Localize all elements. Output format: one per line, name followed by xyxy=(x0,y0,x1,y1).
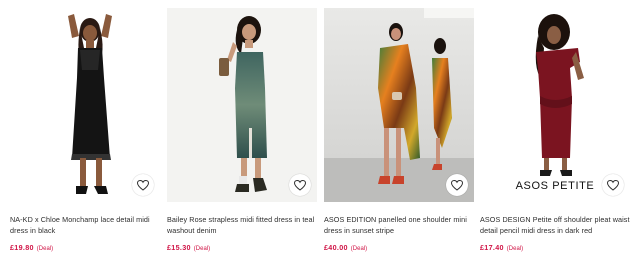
product-title[interactable]: Bailey Rose strapless midi fitted dress … xyxy=(167,214,317,236)
product-title[interactable]: NA-KD x Chloe Monchamp lace detail midi … xyxy=(10,214,160,236)
product-title[interactable]: ASOS EDITION panelled one shoulder mini … xyxy=(324,214,474,236)
product-image[interactable] xyxy=(10,8,160,202)
product-title[interactable]: ASOS DESIGN Petite off shoulder pleat wa… xyxy=(480,214,630,236)
product-card[interactable]: Bailey Rose strapless midi fitted dress … xyxy=(167,8,317,254)
heart-outline-icon xyxy=(607,179,619,191)
product-image[interactable] xyxy=(324,8,474,202)
product-image[interactable]: ASOS PETITE xyxy=(480,8,630,202)
deal-badge: (Deal) xyxy=(506,246,524,252)
product-card[interactable]: ASOS PETITE ASOS DESIGN Petite off shoul… xyxy=(480,8,630,254)
favourite-button[interactable] xyxy=(446,174,468,196)
product-photo xyxy=(480,8,630,202)
product-card[interactable]: ASOS EDITION panelled one shoulder mini … xyxy=(324,8,474,254)
deal-badge: (Deal) xyxy=(36,246,54,252)
deal-badge: (Deal) xyxy=(350,246,368,252)
favourite-button[interactable] xyxy=(289,174,311,196)
product-photo xyxy=(167,8,317,202)
product-price: £15.30 xyxy=(167,243,191,252)
product-image[interactable] xyxy=(167,8,317,202)
heart-outline-icon xyxy=(451,179,463,191)
product-price: £17.40 xyxy=(480,243,504,252)
product-price: £19.80 xyxy=(10,243,34,252)
favourite-button[interactable] xyxy=(602,174,624,196)
product-grid: NA-KD x Chloe Monchamp lace detail midi … xyxy=(0,0,640,252)
deal-badge: (Deal) xyxy=(193,246,211,252)
product-photo xyxy=(324,8,474,202)
favourite-button[interactable] xyxy=(132,174,154,196)
product-photo xyxy=(10,8,160,202)
product-price: £40.00 xyxy=(324,243,348,252)
heart-outline-icon xyxy=(294,179,306,191)
heart-outline-icon xyxy=(137,179,149,191)
product-card[interactable]: NA-KD x Chloe Monchamp lace detail midi … xyxy=(10,8,160,254)
